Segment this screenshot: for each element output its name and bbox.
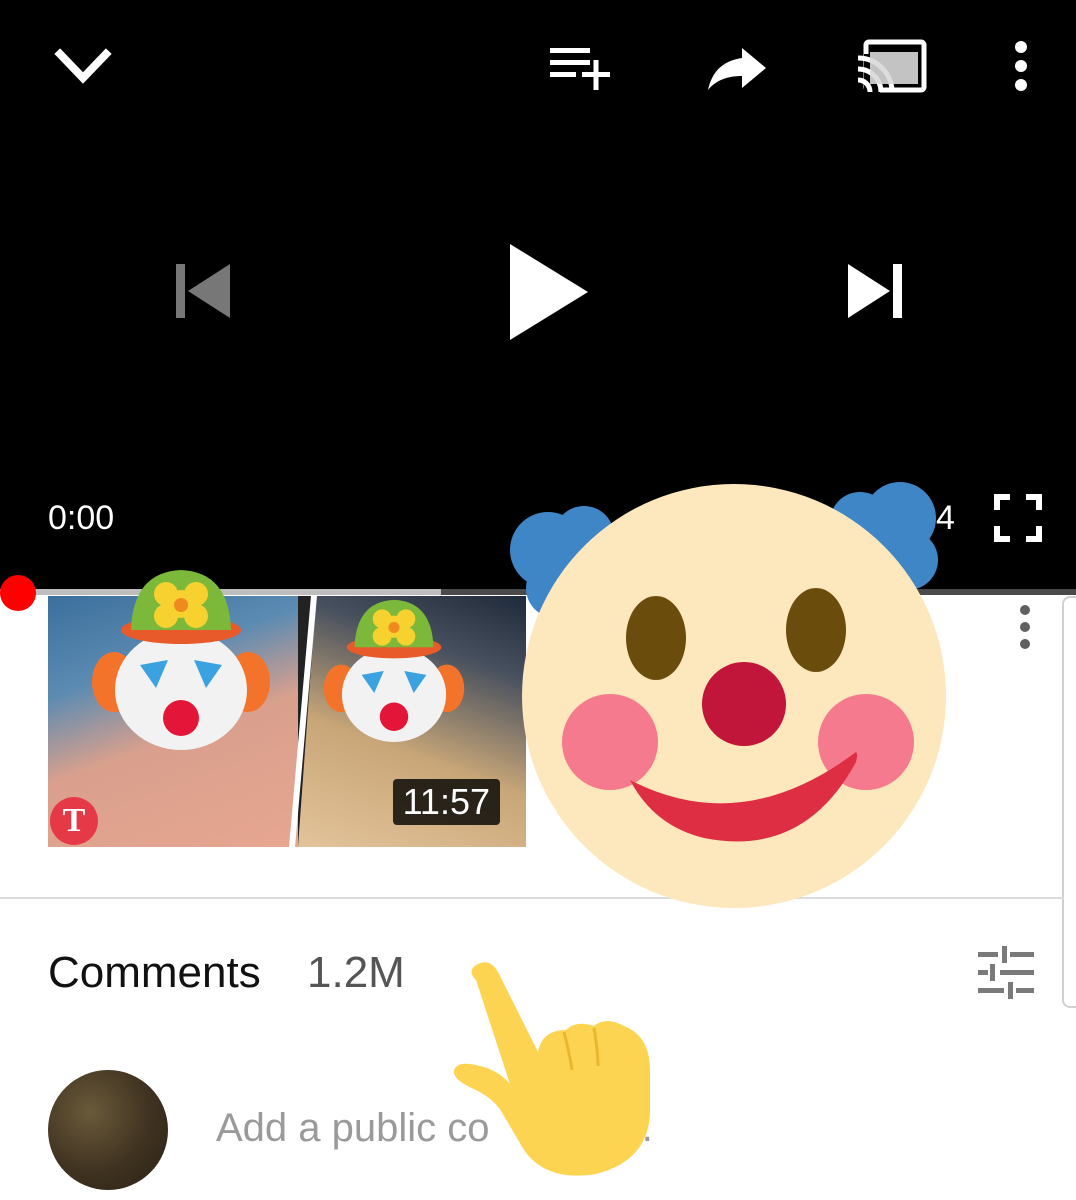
skip-next-icon[interactable] [846, 262, 906, 320]
play-icon[interactable] [508, 242, 590, 342]
video-more-icon[interactable] [1008, 602, 1042, 652]
side-card-edge [1062, 596, 1076, 1008]
pointing-down-hand-emoji [453, 962, 650, 1176]
progress-scrubber[interactable] [0, 575, 36, 611]
user-avatar[interactable] [48, 1070, 168, 1190]
fullscreen-icon[interactable] [994, 494, 1042, 542]
sort-comments-icon[interactable] [976, 944, 1036, 1002]
more-vert-icon[interactable] [1006, 40, 1036, 92]
skip-previous-icon[interactable] [174, 262, 234, 320]
share-icon[interactable] [706, 46, 768, 92]
cast-icon[interactable] [856, 38, 928, 96]
comments-title[interactable]: Comments [48, 948, 261, 998]
channel-badge: T [50, 797, 98, 845]
chevron-down-icon[interactable] [52, 44, 114, 90]
playlist-add-icon[interactable] [548, 44, 614, 94]
current-time: 0:00 [48, 499, 115, 537]
video-duration-badge: 11:57 [392, 779, 500, 825]
clown-face-emoji [510, 482, 946, 908]
clown-face-emoji [92, 570, 270, 750]
comments-count: 1.2M [307, 948, 405, 997]
clown-face-emoji [323, 599, 465, 742]
